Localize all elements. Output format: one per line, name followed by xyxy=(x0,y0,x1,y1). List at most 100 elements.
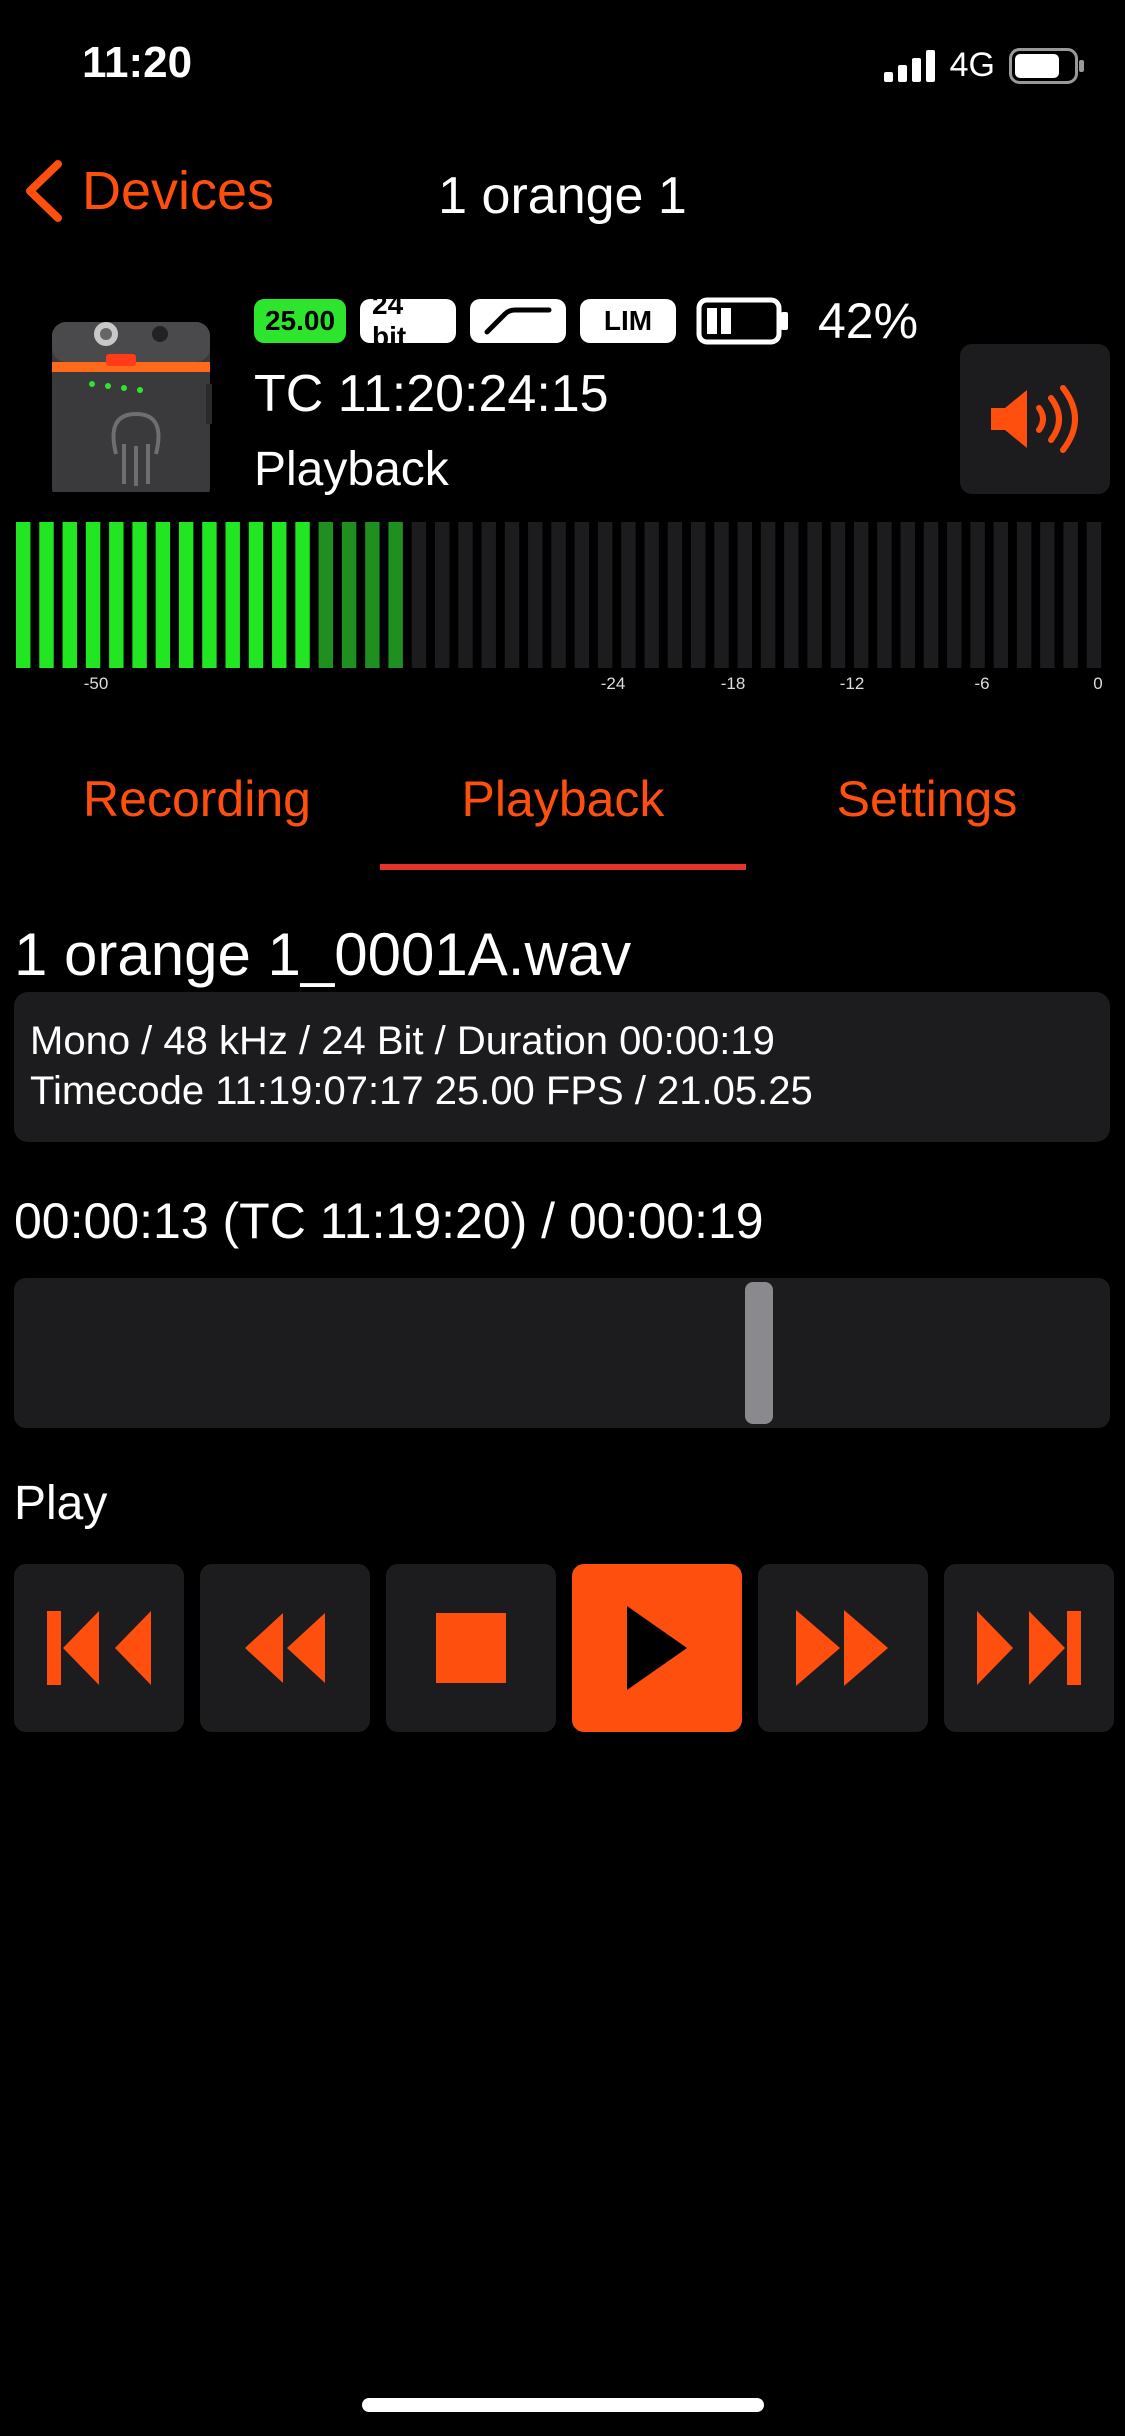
fast-forward-icon xyxy=(796,1610,888,1686)
meter-bar xyxy=(528,522,543,668)
fps-badge: 25.00 xyxy=(254,299,346,343)
meter-bar xyxy=(458,522,473,668)
meter-bar xyxy=(853,522,869,668)
meter-bar xyxy=(225,522,240,668)
meter-bar xyxy=(644,522,659,668)
meter-bar xyxy=(248,522,264,668)
signal-icon xyxy=(883,49,935,82)
skip-to-start-icon xyxy=(47,1611,151,1685)
meter-bar xyxy=(667,522,683,668)
play-button[interactable] xyxy=(572,1564,742,1732)
page-title: 1 orange 1 xyxy=(438,167,687,225)
skip-to-end-icon xyxy=(977,1611,1081,1685)
meter-bar xyxy=(597,522,613,668)
meter-bar xyxy=(109,522,124,668)
rewind-button[interactable] xyxy=(200,1564,370,1732)
meter-bar xyxy=(155,522,171,668)
device-image xyxy=(52,322,212,492)
meter-bar xyxy=(202,522,217,668)
file-timecode-info: Timecode 11:19:07:17 25.00 FPS / 21.05.2… xyxy=(30,1069,813,1113)
stop-icon xyxy=(436,1613,506,1683)
meter-bar xyxy=(784,522,799,668)
meter-bar xyxy=(993,522,1009,668)
meter-bar xyxy=(411,522,427,668)
meter-scale-label: -6 xyxy=(974,674,990,693)
transport-label: Play xyxy=(14,1477,108,1530)
meter-bar xyxy=(947,522,962,668)
meter-bar xyxy=(923,522,939,668)
file-info-panel: Mono / 48 kHz / 24 Bit / Duration 00:00:… xyxy=(14,992,1110,1142)
low-cut-filter-badge xyxy=(470,299,566,343)
meter-bar xyxy=(318,522,334,668)
meter-bar xyxy=(900,522,915,668)
meter-bar xyxy=(178,522,194,668)
meter-bar xyxy=(85,522,101,668)
meter-bar xyxy=(551,522,566,668)
device-timecode: TC 11:20:24:15 xyxy=(254,365,609,423)
meter-bar xyxy=(132,522,147,668)
bit-depth-badge: 24 bit xyxy=(360,289,456,352)
transport-controls xyxy=(14,1564,1114,1732)
meter-scale-label: -12 xyxy=(839,674,865,693)
meter-bar xyxy=(388,522,403,668)
skip-to-end-button[interactable] xyxy=(944,1564,1114,1732)
meter-bar xyxy=(737,522,752,668)
tab-settings[interactable]: Settings xyxy=(746,770,1108,828)
meter-bar xyxy=(62,522,77,668)
level-meter xyxy=(16,522,1102,668)
meter-bar xyxy=(504,522,520,668)
fast-forward-button[interactable] xyxy=(758,1564,928,1732)
meter-scale-label: -24 xyxy=(600,674,626,693)
limiter-badge: LIM xyxy=(580,299,676,343)
meter-bar xyxy=(1063,522,1078,668)
device-mode: Playback xyxy=(254,443,449,496)
stop-button[interactable] xyxy=(386,1564,556,1732)
meter-bar xyxy=(1086,522,1102,668)
battery-icon xyxy=(1009,47,1084,84)
meter-bar xyxy=(691,522,706,668)
meter-bar xyxy=(1040,522,1055,668)
playback-scrubber[interactable] xyxy=(14,1278,1110,1428)
battery-percent: 42% xyxy=(818,293,919,349)
playback-position: 00:00:13 (TC 11:19:20) / 00:00:19 xyxy=(14,1193,764,1249)
tab-playback[interactable]: Playback xyxy=(376,770,750,828)
device-badges: 25.00 24 bit LIM 42% xyxy=(254,289,919,352)
meter-bar xyxy=(760,522,776,668)
meter-bar xyxy=(1016,522,1032,668)
play-icon xyxy=(627,1606,687,1690)
scrubber-handle[interactable] xyxy=(744,1282,773,1424)
rewind-icon xyxy=(245,1613,325,1683)
meter-scale-label: -50 xyxy=(83,674,109,693)
tab-recording[interactable]: Recording xyxy=(0,770,394,828)
meter-bar xyxy=(365,522,380,668)
meter-bar xyxy=(574,522,590,668)
network-type: 4G xyxy=(949,46,995,84)
file-format-info: Mono / 48 kHz / 24 Bit / Duration 00:00:… xyxy=(30,1019,775,1063)
meter-bar xyxy=(621,522,636,668)
meter-bar xyxy=(39,522,54,668)
speaker-icon xyxy=(991,385,1078,453)
meter-bar xyxy=(830,522,846,668)
status-time: 11:20 xyxy=(82,38,193,87)
meter-scale-label: -18 xyxy=(720,674,746,693)
speaker-button[interactable] xyxy=(960,344,1110,494)
meter-bar xyxy=(970,522,985,668)
meter-bar xyxy=(481,522,496,668)
meter-bar xyxy=(434,522,450,668)
low-cut-filter-icon xyxy=(484,307,552,335)
meter-scale-label: 0 xyxy=(1093,674,1103,693)
device-battery-icon xyxy=(696,297,788,345)
meter-scale: -50 -24 -18 -12 -6 0 xyxy=(0,674,1125,698)
meter-bar xyxy=(16,522,31,668)
meter-bar xyxy=(714,522,729,668)
meter-bar xyxy=(807,522,822,668)
meter-bar xyxy=(272,522,287,668)
meter-bar xyxy=(341,522,357,668)
meter-bar xyxy=(295,522,310,668)
status-indicators: 4G xyxy=(883,46,1085,85)
active-tab-indicator xyxy=(380,864,746,870)
home-indicator xyxy=(362,2398,764,2412)
skip-to-start-button[interactable] xyxy=(14,1564,184,1732)
file-name: 1 orange 1_0001A.wav xyxy=(14,921,632,988)
meter-bar xyxy=(877,522,892,668)
